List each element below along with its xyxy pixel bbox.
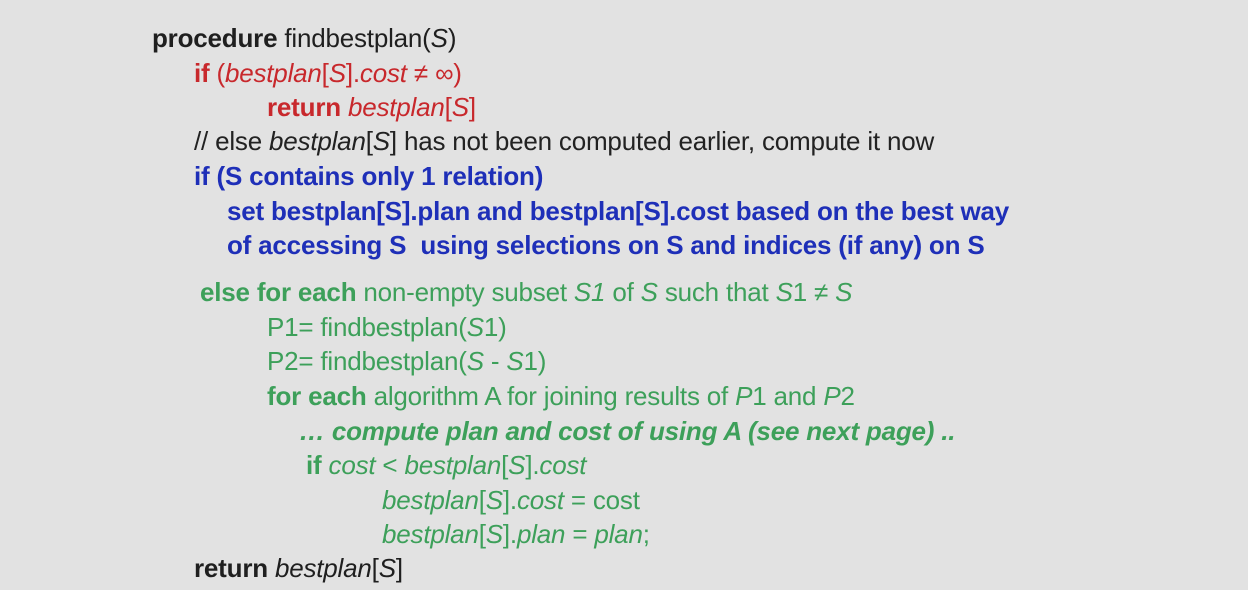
code-segment: [ (478, 485, 486, 515)
code-line-set-bestplan: set bestplan[S].plan and bestplan[S].cos… (227, 195, 1009, 227)
code-segment: - (483, 346, 507, 376)
code-segment: 1 ≠ (792, 277, 836, 307)
code-line-assign-plan: bestplan[S].plan = plan; (382, 518, 650, 550)
code-segment: P (735, 381, 753, 411)
code-segment: plan (594, 519, 643, 549)
code-segment: S (485, 519, 503, 549)
code-segment: P (823, 381, 841, 411)
code-segment: ]. (525, 450, 540, 480)
code-line-assign-cost: bestplan[S].cost = cost (382, 484, 640, 516)
code-segment: ] (395, 553, 403, 583)
code-segment: [ (321, 58, 329, 88)
code-segment: 1 and (752, 381, 824, 411)
code-segment: such that (657, 277, 776, 307)
code-segment: return (194, 553, 268, 583)
code-segment: bestplan (274, 553, 372, 583)
code-line-return-cached: return bestplan[S] (267, 91, 476, 123)
code-segment: bestplan (382, 485, 479, 515)
code-segment: if (194, 58, 210, 88)
code-segment: = cost (563, 485, 640, 515)
code-segment: = (565, 519, 595, 549)
code-segment: if (306, 450, 322, 480)
code-segment: else for each (200, 277, 357, 307)
code-segment: findbestplan( (277, 23, 431, 53)
code-segment: [ (365, 126, 373, 156)
code-line-if-cost-less: if cost < bestplan[S].cost (306, 449, 586, 481)
code-segment: set bestplan[S].plan and bestplan[S].cos… (227, 196, 1009, 226)
code-segment: ]. (345, 58, 360, 88)
code-segment: procedure (152, 23, 278, 53)
code-segment: return (267, 92, 341, 122)
code-segment: [ (371, 553, 379, 583)
code-segment: ) (453, 58, 462, 88)
code-segment: 1) (483, 312, 507, 342)
code-segment: S (485, 485, 503, 515)
code-segment: S (640, 277, 658, 307)
code-segment: algorithm A for joining results of (366, 381, 736, 411)
code-line-procedure-header: procedure findbestplan(S) (152, 22, 456, 54)
code-segment: S (835, 277, 853, 307)
code-segment: of accessing S using selections on S and… (227, 230, 985, 260)
code-line-else-for-each: else for each non-empty subset S1 of S s… (200, 276, 852, 308)
code-line-return-bestplan: return bestplan[S] (194, 552, 403, 584)
code-segment: S1 (573, 277, 606, 307)
code-segment: of (605, 277, 641, 307)
code-segment: cost (539, 450, 587, 480)
code-segment: ]. (502, 519, 517, 549)
code-segment: non-empty subset (356, 277, 574, 307)
slide-content: procedure findbestplan(S) if (bestplan[S… (0, 0, 1248, 590)
code-segment: 1) (523, 346, 547, 376)
code-segment: [ (444, 92, 452, 122)
code-segment: < (375, 450, 405, 480)
code-segment: for each (267, 381, 367, 411)
code-segment: S (451, 92, 469, 122)
code-segment: … compute plan and cost of using A (see … (299, 416, 956, 446)
code-segment: S (508, 450, 526, 480)
code-line-for-each-algorithm: for each algorithm A for joining results… (267, 380, 855, 412)
code-segment: S (430, 23, 448, 53)
code-segment: S (775, 277, 793, 307)
code-line-p1: P1= findbestplan(S1) (267, 311, 507, 343)
code-segment: ) (447, 23, 457, 53)
code-line-p2: P2= findbestplan(S - S1) (267, 345, 546, 377)
code-segment: ( (209, 58, 226, 88)
code-segment: cost (516, 485, 564, 515)
code-segment: ]. (502, 485, 517, 515)
code-segment: S (506, 346, 524, 376)
code-segment: cost ≠ ∞ (359, 58, 454, 88)
code-segment: bestplan (347, 92, 445, 122)
code-segment: ] (468, 92, 476, 122)
code-segment: [ (478, 519, 486, 549)
code-segment: bestplan (224, 58, 322, 88)
code-segment: // else (194, 126, 269, 156)
code-segment: bestplan (269, 126, 366, 156)
code-segment: S (466, 346, 484, 376)
code-segment: cost (328, 450, 376, 480)
code-segment: S (466, 312, 484, 342)
code-line-compute-plan: … compute plan and cost of using A (see … (299, 415, 956, 447)
code-segment: bestplan (382, 519, 479, 549)
code-segment: P1= findbestplan( (267, 312, 467, 342)
code-segment: S (328, 58, 346, 88)
code-segment: if (S contains only 1 relation) (194, 161, 544, 191)
code-segment: ] has not been computed earlier, compute… (389, 126, 935, 156)
code-line-if-single-relation: if (S contains only 1 relation) (194, 160, 543, 192)
code-segment: plan (516, 519, 566, 549)
code-segment: 2 (840, 381, 855, 411)
code-segment: bestplan (404, 450, 502, 480)
code-segment: P2= findbestplan( (267, 346, 467, 376)
code-segment: ; (642, 519, 650, 549)
code-segment: S (372, 126, 390, 156)
code-segment: S (378, 553, 396, 583)
code-line-accessing-s: of accessing S using selections on S and… (227, 229, 985, 261)
code-line-comment: // else bestplan[S] has not been compute… (194, 125, 934, 157)
code-line-if-cost-check: if (bestplan[S].cost ≠ ∞) (194, 57, 462, 89)
